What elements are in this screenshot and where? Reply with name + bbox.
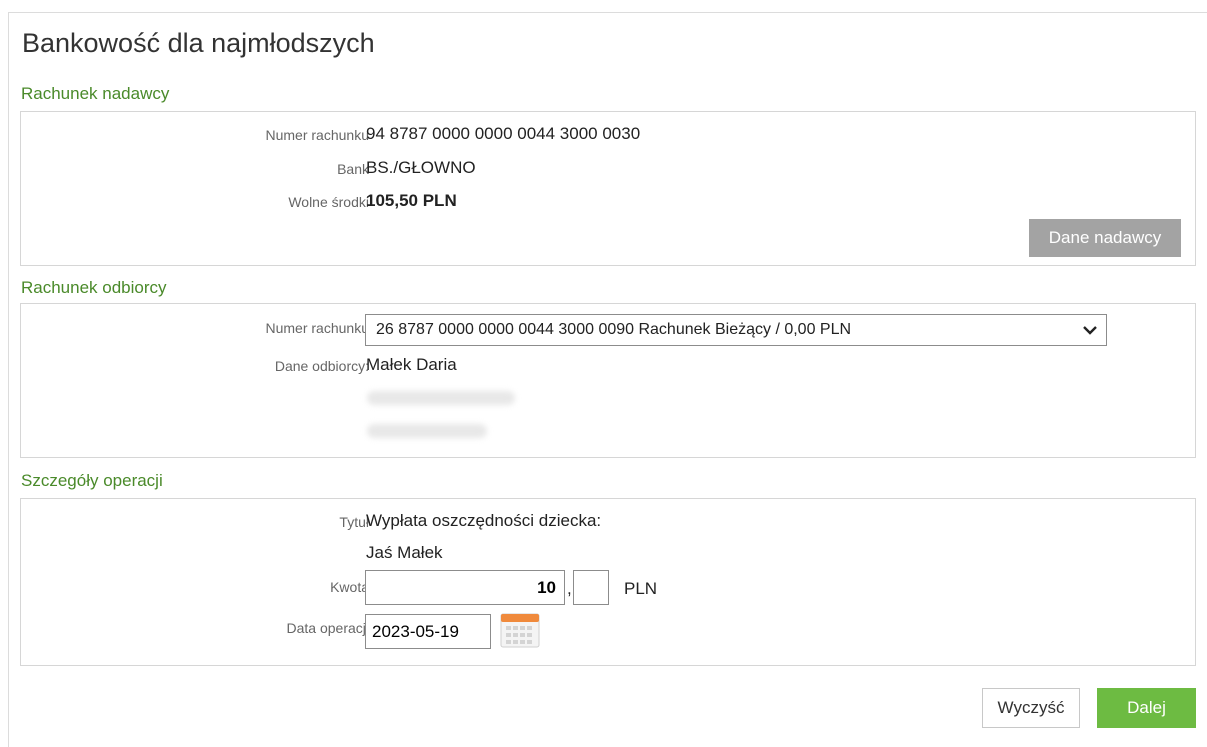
date-input[interactable] xyxy=(365,614,491,649)
amount-separator: , xyxy=(567,579,572,598)
recipient-account-select[interactable]: 26 8787 0000 0000 0044 3000 0090 Rachune… xyxy=(365,314,1107,346)
sender-account-value: 94 8787 0000 0000 0044 3000 0030 xyxy=(366,124,641,143)
funds-label: Wolne środki xyxy=(288,194,369,210)
next-button[interactable]: Dalej xyxy=(1097,688,1196,728)
operation-section-title: Szczegóły operacji xyxy=(21,471,163,490)
title-line-2: Jaś Małek xyxy=(366,543,443,562)
chevron-down-icon xyxy=(1083,326,1097,335)
amount-whole-input[interactable] xyxy=(365,570,565,605)
amount-label: Kwota xyxy=(330,579,369,595)
page-title: Bankowość dla najmłodszych xyxy=(22,28,375,58)
sender-account-label: Numer rachunku xyxy=(265,127,370,143)
recipient-section-title: Rachunek odbiorcy xyxy=(21,278,167,297)
recipient-address-redacted xyxy=(367,391,515,405)
funds-value: 105,50 PLN xyxy=(366,191,457,210)
sender-details-button[interactable]: Dane nadawcy xyxy=(1029,219,1181,257)
title-label: Tytuł xyxy=(339,514,369,530)
bank-value: BS./GŁOWNO xyxy=(366,158,476,177)
recipient-city-redacted xyxy=(367,424,487,438)
recipient-data-label: Dane odbiorcy: xyxy=(274,358,369,374)
currency-label: PLN xyxy=(624,579,658,598)
operation-panel: Tytuł Wypłata oszczędności dziecka: Jaś … xyxy=(20,498,1196,666)
date-label: Data operacji xyxy=(286,620,370,636)
amount-cents-input[interactable] xyxy=(573,570,609,605)
recipient-account-selected: 26 8787 0000 0000 0044 3000 0090 Rachune… xyxy=(376,321,852,338)
sender-panel: Numer rachunku 94 8787 0000 0000 0044 30… xyxy=(20,111,1196,266)
clear-button[interactable]: Wyczyść xyxy=(982,688,1080,728)
recipient-panel: Numer rachunku 26 8787 0000 0000 0044 30… xyxy=(20,303,1196,458)
recipient-name: Małek Daria xyxy=(366,355,457,374)
calendar-icon[interactable] xyxy=(499,611,541,649)
title-line-1: Wypłata oszczędności dziecka: xyxy=(366,511,602,530)
recipient-account-label: Numer rachunku xyxy=(265,320,370,336)
bank-label: Bank xyxy=(337,161,369,177)
sender-section-title: Rachunek nadawcy xyxy=(21,84,170,103)
